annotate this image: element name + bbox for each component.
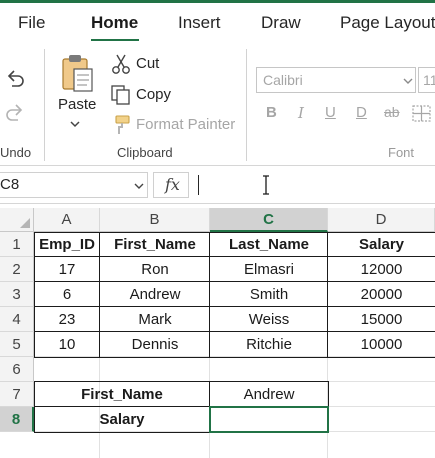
format-painter-button-label[interactable]: Format Painter (136, 116, 235, 133)
cell-a8-b8[interactable]: Salary (34, 407, 210, 432)
cell-c4[interactable]: Weiss (210, 307, 328, 332)
text-caret (198, 175, 199, 195)
cell-a4[interactable]: 23 (34, 307, 100, 332)
cell-a1[interactable]: Emp_ID (34, 232, 100, 257)
active-cell-selection[interactable] (209, 406, 329, 433)
cell-b1[interactable]: First_Name (100, 232, 210, 257)
undo-group-label: Undo (0, 145, 32, 160)
row-header-6[interactable]: 6 (0, 357, 34, 382)
cell-b2[interactable]: Ron (100, 257, 210, 282)
formula-input[interactable] (194, 172, 435, 198)
cell-c3[interactable]: Smith (210, 282, 328, 307)
row-header-1[interactable]: 1 (0, 232, 34, 257)
cell-a3[interactable]: 6 (34, 282, 100, 307)
paste-icon[interactable] (60, 53, 94, 93)
cell-d4[interactable]: 15000 (328, 307, 435, 332)
row-header-4[interactable]: 4 (0, 307, 34, 332)
font-group-label: Font (388, 145, 415, 160)
undo-icon[interactable] (4, 67, 26, 89)
italic-button[interactable]: I (298, 104, 304, 122)
column-header-c[interactable]: C (210, 208, 328, 232)
ribbon-tabs: File Home Insert Draw Page Layout (0, 3, 435, 42)
chevron-down-icon[interactable] (70, 120, 80, 128)
cell-d1[interactable]: Salary (328, 232, 435, 257)
cell-d3[interactable]: 20000 (328, 282, 435, 307)
select-all-button[interactable] (0, 208, 34, 232)
double-underline-button[interactable]: D (356, 104, 367, 121)
font-name-value: Calibri (263, 72, 303, 88)
tab-home[interactable]: Home (91, 13, 138, 33)
row-header-3[interactable]: 3 (0, 282, 34, 307)
name-box[interactable]: C8 (0, 172, 148, 198)
copy-button-label[interactable]: Copy (136, 86, 171, 103)
cell-b3[interactable]: Andrew (100, 282, 210, 307)
cell-a5[interactable]: 10 (34, 332, 100, 357)
worksheet-grid: A B C D 1 2 3 4 5 6 7 8 Emp_ID First_Nam… (0, 208, 435, 458)
row-header-7[interactable]: 7 (0, 382, 34, 407)
name-box-value: C8 (0, 176, 20, 193)
row-header-5[interactable]: 5 (0, 332, 34, 357)
column-header-a[interactable]: A (34, 208, 100, 232)
insert-function-button[interactable]: fx (153, 172, 189, 198)
cell-c2[interactable]: Elmasri (210, 257, 328, 282)
font-name-select[interactable]: Calibri (256, 67, 416, 93)
cell-b5[interactable]: Dennis (100, 332, 210, 357)
ribbon-home: Undo Paste Cut Copy Format Painter Clipb… (0, 41, 435, 166)
format-painter-icon[interactable] (110, 114, 132, 136)
cell-area[interactable]: Emp_ID First_Name Last_Name Salary 17 Ro… (34, 232, 435, 458)
row-header-2[interactable]: 2 (0, 257, 34, 282)
tab-draw[interactable]: Draw (261, 13, 301, 33)
cell-c5[interactable]: Ritchie (210, 332, 328, 357)
tab-page-layout[interactable]: Page Layout (340, 13, 435, 33)
column-header-d[interactable]: D (328, 208, 435, 232)
font-size-value: 11 (423, 72, 435, 88)
font-size-select[interactable]: 11 (418, 67, 435, 93)
column-header-b[interactable]: B (100, 208, 210, 232)
row-header-8[interactable]: 8 (0, 407, 34, 432)
clipboard-group-label: Clipboard (117, 145, 173, 160)
ibeam-cursor-icon (263, 175, 269, 195)
chevron-down-icon[interactable] (403, 77, 413, 85)
group-divider (246, 49, 247, 161)
cell-c7[interactable]: Andrew (210, 382, 328, 407)
chevron-down-icon[interactable] (134, 182, 144, 190)
paste-button-label[interactable]: Paste (58, 96, 96, 113)
scissors-icon[interactable] (111, 53, 131, 75)
redo-icon[interactable] (4, 101, 26, 123)
borders-icon[interactable] (412, 105, 432, 123)
cell-a7-b7[interactable]: First_Name (34, 382, 210, 407)
cut-button-label[interactable]: Cut (136, 55, 159, 72)
cell-d5[interactable]: 10000 (328, 332, 435, 357)
underline-button[interactable]: U (325, 104, 336, 121)
cell-d2[interactable]: 12000 (328, 257, 435, 282)
cell-b4[interactable]: Mark (100, 307, 210, 332)
copy-icon[interactable] (110, 84, 132, 106)
strikethrough-button[interactable]: ab (384, 104, 400, 120)
tab-insert[interactable]: Insert (178, 13, 221, 33)
bold-button[interactable]: B (266, 104, 277, 121)
fx-icon: fx (165, 175, 180, 194)
tab-file[interactable]: File (18, 13, 45, 33)
cell-a2[interactable]: 17 (34, 257, 100, 282)
group-divider (44, 49, 45, 161)
formula-bar: C8 fx (0, 166, 435, 204)
cell-c1[interactable]: Last_Name (210, 232, 328, 257)
